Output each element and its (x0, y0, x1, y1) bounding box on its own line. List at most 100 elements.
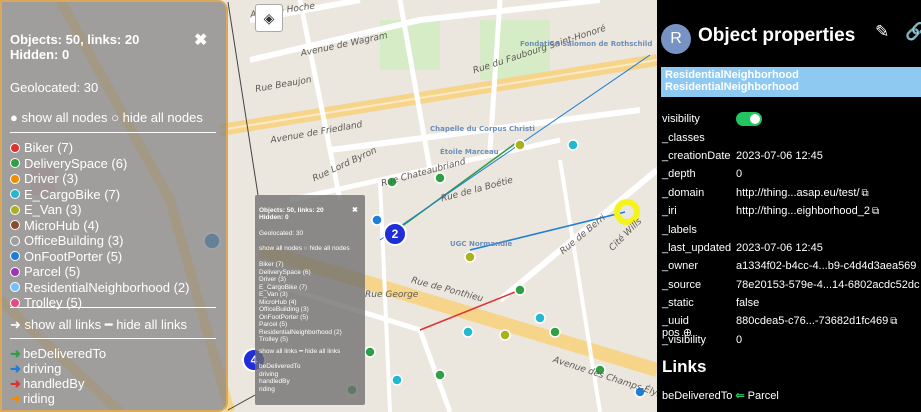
property-row: _creationDate 2023-07-06 12:45 (662, 147, 919, 165)
panel-title: Object properties (698, 25, 856, 46)
radio-unchecked-icon[interactable]: ○ (111, 110, 119, 125)
property-key: _source (662, 278, 702, 291)
radio-checked-icon[interactable]: ● (10, 110, 18, 125)
link-icon[interactable]: 🔗 (905, 22, 921, 42)
e-cargobike-dot-icon (10, 189, 20, 200)
link-type-label: beDeliveredTo (23, 346, 107, 361)
uuid-value: 880cdea5-c76...-73682d1fc469 (736, 315, 889, 328)
node-type-item[interactable]: E_CargoBike (7) (10, 187, 190, 203)
node-type-item[interactable]: Driver (3) (10, 171, 190, 187)
property-key: _classes (662, 131, 705, 144)
property-value: http://thing...eighborhood_2 ⧉ (736, 202, 919, 220)
node-type-item[interactable]: OnFootPorter (5) (10, 249, 190, 265)
show-all-links[interactable]: show all links (25, 317, 102, 332)
divider (10, 307, 216, 308)
link-row[interactable]: beDeliveredTo ⇐ Parcel (662, 389, 779, 402)
node-type-item[interactable]: Biker (7) (10, 140, 190, 156)
property-value: a1334f02-b4cc-4...b9-c4d4d3aea569 (736, 260, 917, 273)
mini-node-item[interactable]: E_Van (3) (259, 291, 342, 299)
mini-node-item[interactable]: OfficeBuilding (3) (259, 306, 342, 314)
node-onfoot-porter[interactable] (371, 214, 383, 226)
node-type-item[interactable]: MicroHub (4) (10, 218, 190, 234)
layers-button[interactable]: ◈ (255, 4, 283, 32)
property-key: _creationDate (662, 149, 731, 162)
mini-link-item[interactable]: beDeliveredTo (259, 363, 301, 371)
node-delivery-space[interactable] (364, 346, 376, 358)
node-e-cargobike[interactable] (534, 312, 546, 324)
link-type-item[interactable]: ➜ riding (10, 391, 106, 406)
delivery-space-dot-icon (10, 158, 20, 169)
node-type-item[interactable]: ResidentialNeighborhood (2) (10, 280, 190, 296)
property-key: _last_updated (662, 241, 732, 254)
show-all-nodes[interactable]: show all nodes (21, 110, 107, 125)
microhub-dot-icon (10, 220, 20, 231)
mini-geolocated: Geolocated: 30 (259, 230, 304, 237)
property-row: _labels (662, 220, 919, 238)
avatar: R (661, 24, 691, 54)
layers-icon: ◈ (263, 10, 275, 26)
plus-circle-icon[interactable]: ⊕ (683, 327, 692, 339)
mini-node-item[interactable]: ResidentialNeighborhood (2) (259, 329, 342, 337)
mini-links-toggle[interactable]: show all links ━ hide all links (259, 348, 340, 356)
hide-all-links[interactable]: hide all links (116, 317, 187, 332)
property-key: _static (662, 297, 694, 310)
mini-link-item[interactable]: riding (259, 386, 301, 394)
node-visibility-toggle: ● show all nodes ○ hide all nodes (10, 110, 203, 125)
copy-icon[interactable]: ⧉ (890, 316, 897, 327)
property-value: 0 (736, 168, 743, 181)
mini-link-item[interactable]: driving (259, 371, 301, 379)
property-value: http://thing...asap.eu/test/⧉ (736, 184, 919, 202)
link-type-item[interactable]: ➜ handledBy (10, 376, 106, 391)
node-type-item[interactable]: Trolley (5) (10, 295, 190, 311)
node-e-cargobike[interactable] (462, 326, 474, 338)
node-e-van[interactable] (499, 329, 511, 341)
property-key: _iri (662, 205, 677, 218)
property-row: _domain http://thing...asap.eu/test/⧉ (662, 184, 919, 202)
node-type-label: Biker (7) (24, 140, 74, 155)
mini-node-item[interactable]: Trolley (5) (259, 336, 342, 344)
mini-node-item[interactable]: DeliverySpace (6) (259, 269, 342, 277)
geolocated-count: Geolocated: 30 (10, 80, 99, 95)
edit-icon[interactable]: ✎ (875, 22, 889, 42)
legend-header: Objects: 50, links: 20 Hidden: 0 (10, 32, 139, 62)
node-e-cargobike[interactable] (391, 374, 403, 386)
link-type-label: handledBy (23, 376, 85, 391)
node-type-item[interactable]: OfficeBuilding (3) (10, 233, 190, 249)
parcel-dot-icon (10, 266, 20, 277)
link-type-item[interactable]: ➜ driving (10, 361, 106, 376)
mini-link-item[interactable]: handledBy (259, 378, 301, 386)
dash-icon[interactable]: ━ (105, 317, 113, 332)
node-delivery-space[interactable] (514, 284, 526, 296)
link-type-item[interactable]: ➜ beDeliveredTo (10, 346, 106, 361)
class-banner: ResidentialNeighborhood ResidentialNeigh… (661, 67, 921, 97)
mini-node-item[interactable]: Driver (3) (259, 276, 342, 284)
property-value (736, 110, 919, 128)
close-icon[interactable]: ✖ (194, 30, 207, 50)
mini-node-item[interactable]: MicroHub (4) (259, 299, 342, 307)
link-target[interactable]: Parcel (748, 390, 779, 402)
copy-icon[interactable]: ⧉ (872, 206, 879, 217)
node-e-van[interactable] (514, 139, 526, 151)
mini-node-toggle[interactable]: show all nodes ○ hide all nodes (259, 245, 350, 253)
node-type-label: ResidentialNeighborhood (2) (24, 279, 190, 295)
domain-value: http://thing...asap.eu/test/ (736, 186, 860, 199)
mini-node-item[interactable]: OnFootPorter (5) (259, 314, 342, 322)
mini-node-item[interactable]: Parcel (5) (259, 321, 342, 329)
hide-all-nodes[interactable]: hide all nodes (123, 110, 203, 125)
node-type-label: E_Van (3) (24, 202, 82, 217)
mini-node-item[interactable]: Biker (7) (259, 261, 342, 269)
node-delivery-space[interactable] (434, 369, 446, 381)
biker-dot-icon (10, 142, 20, 153)
mini-node-item[interactable]: E_CargoBike (7) (259, 284, 342, 292)
node-e-van[interactable] (464, 251, 476, 263)
visibility-toggle[interactable] (736, 112, 762, 127)
node-e-cargobike[interactable] (567, 139, 579, 151)
node-type-item[interactable]: DeliverySpace (6) (10, 156, 190, 172)
mini-legend-panel: Objects: 50, links: 20 Hidden: 0 ✖ Geolo… (255, 195, 365, 405)
node-delivery-space[interactable] (549, 326, 561, 338)
node-type-item[interactable]: E_Van (3) (10, 202, 190, 218)
mini-close-icon[interactable]: ✖ (352, 207, 358, 215)
node-type-item[interactable]: Parcel (5) (10, 264, 190, 280)
arrow-right-icon[interactable]: ➜ (10, 317, 21, 332)
copy-icon[interactable]: ⧉ (862, 188, 869, 199)
